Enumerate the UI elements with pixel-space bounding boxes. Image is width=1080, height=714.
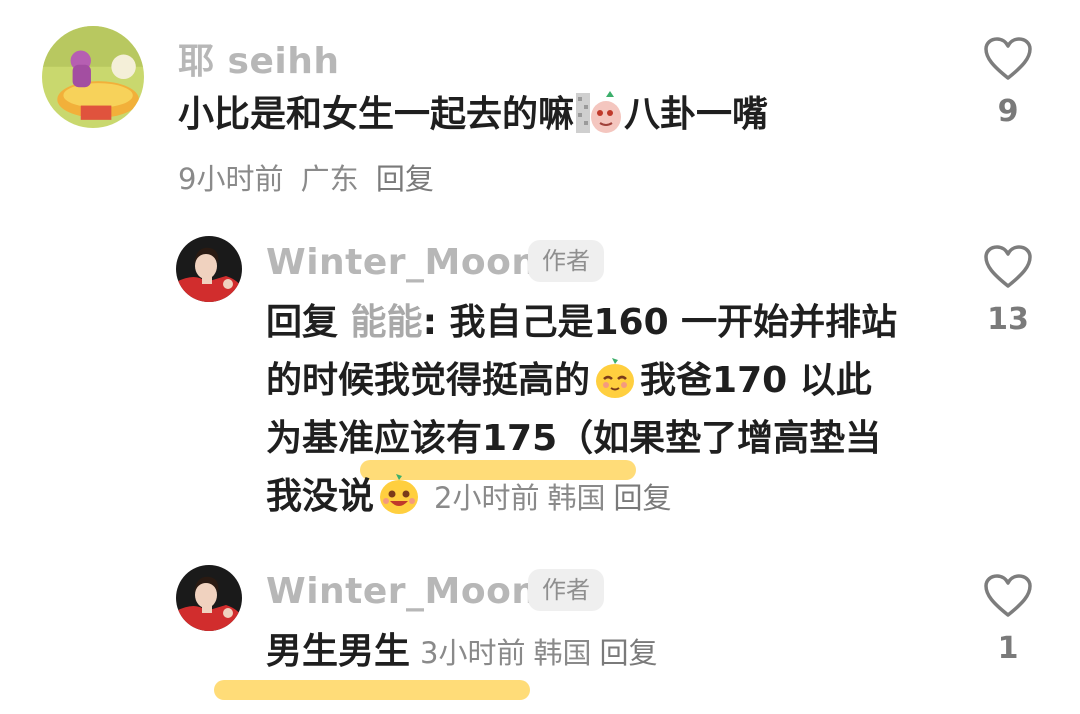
avatar[interactable] [176, 236, 242, 302]
comment-line: 的时候我觉得挺高的 我爸170 以此 [266, 352, 897, 410]
heart-icon [984, 574, 1032, 617]
location: 韩国 [533, 636, 592, 670]
comment-meta: 3小时前 韩国 回复 [420, 636, 665, 670]
comment-text-part: 小比是和女生一起去的嘛 [178, 94, 575, 135]
comment-text-part: 我爸170 以此 [640, 360, 872, 401]
comment-line: 为基准应该有175（如果垫了增高垫当 [266, 410, 897, 468]
like-count: 9 [997, 94, 1019, 129]
teletubby-avatar-icon [42, 26, 144, 128]
comment-line: 我没说 2小时前 韩国 回复 [266, 468, 897, 527]
like-count: 1 [997, 631, 1019, 666]
comment-line: 回复 能能: 我自己是160 一开始并排站 [266, 294, 897, 352]
comment-text-part: : 我自己是160 一开始并排站 [422, 302, 898, 343]
author-badge: 作者 [528, 240, 604, 282]
location: 韩国 [547, 481, 606, 515]
comment-meta: 2小时前 韩国 回复 [434, 481, 679, 515]
like-button[interactable]: 1 [978, 573, 1038, 666]
pig-peek-emoji [576, 89, 622, 135]
heart-icon [984, 37, 1032, 80]
comment-meta: 9小时前 广东 回复 [178, 156, 442, 198]
portrait-avatar-icon [176, 565, 242, 631]
comment-text: 回复 能能: 我自己是160 一开始并排站 的时候我觉得挺高的 我爸170 以此 … [266, 294, 897, 527]
comment-text-part: 为基准应该有175（如果垫了增高垫当 [266, 418, 882, 459]
highlight-mark [214, 680, 530, 700]
reply-target-username[interactable]: 能能 [351, 302, 423, 343]
avatar[interactable] [176, 565, 242, 631]
username[interactable]: 耶 seihh [178, 32, 339, 84]
avatar[interactable] [42, 26, 144, 128]
comment-text: 小比是和女生一起去的嘛 八卦一嘴 [178, 86, 768, 144]
like-count: 13 [987, 302, 1029, 337]
comment-text-part: 的时候我觉得挺高的 [266, 360, 591, 401]
timestamp: 9小时前 [178, 162, 284, 196]
like-button[interactable]: 13 [978, 244, 1038, 337]
heart-icon [984, 245, 1032, 288]
author-badge: 作者 [528, 569, 604, 611]
location: 广东 [300, 162, 359, 196]
reply-button[interactable]: 回复 [599, 636, 657, 670]
comment-text-part: 八卦一嘴 [624, 94, 769, 135]
timestamp: 3小时前 [420, 636, 526, 670]
portrait-avatar-icon [176, 236, 242, 302]
timestamp: 2小时前 [434, 481, 540, 515]
comment-text-part: 我没说 [266, 476, 375, 517]
mango-shy-emoji [592, 355, 638, 401]
username[interactable]: Winter_Moon [266, 571, 537, 612]
mango-grin-emoji [376, 471, 422, 517]
reply-prefix: 回复 [266, 302, 351, 343]
comment-text-part: 男生男生 [266, 631, 411, 672]
like-button[interactable]: 9 [978, 36, 1038, 129]
comment-text: 男生男生 3小时前 韩国 回复 [266, 623, 666, 682]
reply-button[interactable]: 回复 [376, 162, 434, 196]
reply-button[interactable]: 回复 [613, 481, 671, 515]
username[interactable]: Winter_Moon [266, 242, 537, 283]
